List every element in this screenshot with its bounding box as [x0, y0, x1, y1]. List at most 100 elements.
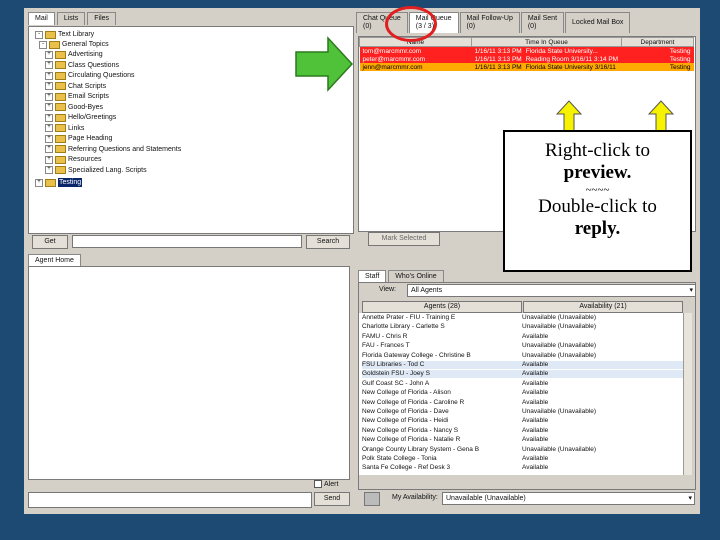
search-button[interactable]: Search: [306, 235, 350, 249]
collapse-icon[interactable]: -: [39, 40, 47, 49]
tree-item-label: Advertising: [68, 51, 103, 58]
expand-icon[interactable]: +: [45, 103, 53, 111]
agent-status: Unavailable (Unavailable): [522, 314, 597, 321]
agent-name: FSU Libraries - Tod C: [362, 361, 425, 368]
tab-mail-follow-up[interactable]: Mail Follow-Up (0): [459, 12, 520, 33]
queue-cell-name: tom@marcmmr.com: [362, 47, 422, 55]
agent-row[interactable]: New College of Florida - Alison Available: [362, 389, 684, 397]
expand-icon[interactable]: +: [45, 155, 53, 164]
tree-item-label: Class Questions: [68, 61, 119, 69]
agent-status: Unavailable (Unavailable): [522, 445, 597, 453]
tree-item[interactable]: + Email Scripts: [45, 92, 109, 101]
queue-time-text: 1/16/11 3:13 PM: [474, 55, 522, 63]
tree-item-testing[interactable]: + Testing: [35, 178, 83, 187]
tree-item[interactable]: + Advertising: [45, 50, 103, 59]
my-availability-select[interactable]: Unavailable (Unavailable) ▾: [442, 492, 695, 505]
agents-column-header[interactable]: Agents (28): [362, 301, 522, 313]
agent-row[interactable]: Annette Prater - FIU - Training E Unavail…: [362, 314, 684, 322]
tree-item[interactable]: + Resources: [45, 155, 101, 164]
queue-row[interactable]: peter@marcmmr.com 1/16/11 3:13 PM Reading …: [359, 55, 694, 63]
agent-row[interactable]: FAU - Frances T Unavailable (Unavailable): [362, 342, 684, 350]
message-input[interactable]: [28, 492, 312, 508]
agent-name: New College of Florida - Nancy S: [362, 426, 459, 434]
agent-name: FAMU - Chris R: [362, 332, 408, 340]
expand-icon[interactable]: +: [45, 166, 53, 174]
left-tab-bar: Mail Lists Files: [28, 12, 117, 25]
expand-icon[interactable]: +: [45, 92, 53, 101]
tree-item[interactable]: + Chat Scripts: [45, 82, 106, 91]
agent-list-scrollbar[interactable]: [683, 313, 692, 475]
agent-status: Available: [522, 389, 549, 397]
agent-row[interactable]: Goldstein FSU - Joey S Available: [362, 370, 684, 379]
folder-icon: [55, 155, 66, 164]
agent-row[interactable]: FAMU - Chris R Available: [362, 333, 684, 341]
mark-selected-button[interactable]: Mark Selected: [368, 232, 440, 246]
tree-item[interactable]: + Good-Byes: [45, 103, 103, 112]
chevron-down-icon[interactable]: ▾: [688, 493, 692, 504]
expand-icon[interactable]: +: [45, 71, 53, 80]
agent-row[interactable]: Florida Gateway College - Christine B Una…: [362, 352, 684, 360]
agent-row[interactable]: Orange County Library System - Gena B Una…: [362, 446, 684, 454]
send-button[interactable]: Send: [314, 492, 350, 506]
tab-files[interactable]: Files: [87, 12, 117, 25]
availability-column-header[interactable]: Availability (21): [523, 301, 683, 313]
agent-row[interactable]: Gulf Coast SC - John A Available: [362, 380, 684, 388]
agent-row[interactable]: Santa Fe College - Ref Desk 3 Available: [362, 464, 684, 472]
get-button[interactable]: Get: [32, 235, 68, 249]
agent-row[interactable]: FSU Libraries - Tod C Available: [362, 361, 684, 369]
folder-icon: [55, 124, 66, 132]
agent-name: New College of Florida - Heidi: [362, 417, 449, 425]
expand-icon[interactable]: +: [45, 61, 53, 69]
tree-item[interactable]: + Links: [45, 124, 84, 133]
agent-name: New College of Florida - Dave: [362, 408, 449, 415]
tree-item[interactable]: + Class Questions: [45, 61, 119, 70]
agent-row[interactable]: New College of Florida - Caroline R Avail…: [362, 399, 684, 407]
agent-status: Available: [522, 332, 549, 340]
checkbox-icon[interactable]: [314, 480, 322, 488]
agent-row[interactable]: Polk State College - Tonia Available: [362, 455, 684, 463]
agent-row[interactable]: New College of Florida - Heidi Available: [362, 417, 684, 425]
tree-item-label: Links: [68, 124, 85, 132]
view-select[interactable]: All Agents ▾: [407, 284, 696, 297]
agent-row[interactable]: New College of Florida - Natalie R Availa…: [362, 436, 684, 444]
library-search-input[interactable]: [72, 235, 302, 248]
tab-lists[interactable]: Lists: [56, 12, 86, 25]
queue-cell-department: Testing: [669, 47, 691, 55]
expand-icon[interactable]: +: [45, 124, 53, 132]
callout-line-5: reply.: [574, 218, 621, 239]
tree-item[interactable]: + Circulating Questions: [45, 71, 135, 80]
alert-checkbox[interactable]: Alert: [314, 480, 338, 488]
lock-icon[interactable]: [364, 492, 380, 506]
expand-icon[interactable]: +: [45, 50, 53, 59]
tab-locked-mail-box[interactable]: Locked Mail Box: [565, 12, 631, 33]
tree-group[interactable]: - General Topics: [39, 40, 109, 49]
column-header-department[interactable]: Department: [621, 37, 694, 47]
agent-list: Annette Prater - FIU - Training E Unavail…: [359, 313, 689, 475]
tab-mail-sent[interactable]: Mail Sent (0): [520, 12, 565, 33]
expand-icon[interactable]: +: [35, 178, 43, 187]
chevron-down-icon[interactable]: ▾: [689, 285, 693, 296]
tree-root[interactable]: - Text Library: [35, 30, 94, 39]
expand-icon[interactable]: +: [45, 82, 53, 90]
tree-item[interactable]: + Specialized Lang. Scripts: [45, 166, 147, 175]
my-availability-value: Unavailable (Unavailable): [446, 495, 526, 502]
agent-row[interactable]: New College of Florida - Dave Unavailable…: [362, 408, 684, 416]
tree-item[interactable]: + Page Heading: [45, 134, 112, 143]
queue-cell-time: 1/16/11 3:13 PM Florida State University.…: [472, 47, 622, 56]
tree-item[interactable]: + Hello/Greetings: [45, 113, 116, 122]
expand-icon[interactable]: +: [45, 134, 53, 143]
tree-item[interactable]: + Referring Questions and Statements: [45, 145, 181, 154]
queue-row[interactable]: jenn@marcmmr.com 1/16/11 3:13 PM Florida S…: [359, 63, 694, 71]
agent-row[interactable]: New College of Florida - Nancy S Availabl…: [362, 427, 684, 435]
queue-row[interactable]: tom@marcmmr.com 1/16/11 3:13 PM Florida St…: [359, 46, 694, 56]
tab-mail[interactable]: Mail: [28, 12, 55, 25]
instruction-callout: Right-click to preview. ~~~~ Double-clic…: [503, 130, 692, 272]
callout-line-1: Right-click to: [544, 140, 650, 161]
expand-icon[interactable]: +: [45, 113, 53, 122]
agent-row[interactable]: Charlotte Library - Carlette S Unavailabl…: [362, 323, 684, 331]
collapse-icon[interactable]: -: [35, 30, 43, 39]
agent-chat-area[interactable]: [28, 266, 350, 480]
agent-status: Available: [522, 379, 549, 387]
expand-icon[interactable]: +: [45, 145, 53, 153]
column-header-time[interactable]: Time In Queue: [471, 37, 622, 47]
